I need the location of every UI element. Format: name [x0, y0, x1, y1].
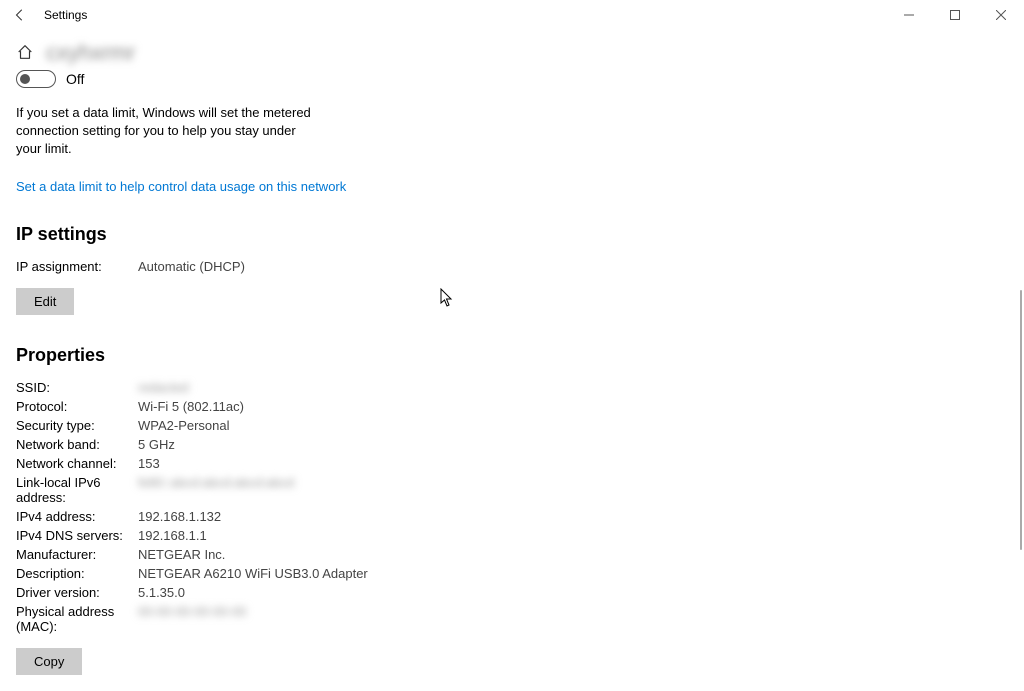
- copy-button[interactable]: Copy: [16, 648, 82, 675]
- properties-list: SSID:redactedProtocol:Wi-Fi 5 (802.11ac)…: [16, 380, 714, 634]
- page-content: cxyhxrmr Off If you set a data limit, Wi…: [0, 30, 730, 691]
- ip-assignment-label: IP assignment:: [16, 259, 138, 274]
- network-name: cxyhxrmr: [46, 40, 135, 66]
- scrollbar[interactable]: [1020, 290, 1022, 550]
- property-row: Description:NETGEAR A6210 WiFi USB3.0 Ad…: [16, 566, 714, 581]
- set-data-limit-link[interactable]: Set a data limit to help control data us…: [16, 179, 346, 194]
- titlebar: Settings: [0, 0, 1024, 30]
- metered-description: If you set a data limit, Windows will se…: [16, 104, 316, 159]
- property-value: 00-00-00-00-00-00: [138, 604, 246, 634]
- property-key: Driver version:: [16, 585, 138, 600]
- home-icon: [16, 43, 36, 63]
- arrow-left-icon: [13, 8, 27, 22]
- property-key: IPv4 address:: [16, 509, 138, 524]
- back-button[interactable]: [8, 3, 32, 27]
- minimize-icon: [904, 10, 914, 20]
- metered-toggle-row: Off: [16, 70, 714, 88]
- property-value: NETGEAR A6210 WiFi USB3.0 Adapter: [138, 566, 368, 581]
- property-key: Network channel:: [16, 456, 138, 471]
- property-value: 153: [138, 456, 160, 471]
- property-row: IPv4 address:192.168.1.132: [16, 509, 714, 524]
- property-key: Manufacturer:: [16, 547, 138, 562]
- property-row: Driver version:5.1.35.0: [16, 585, 714, 600]
- property-value: NETGEAR Inc.: [138, 547, 225, 562]
- property-value: 5.1.35.0: [138, 585, 185, 600]
- property-key: Physical address (MAC):: [16, 604, 138, 634]
- property-row: Link-local IPv6 address:fe80::abcd:abcd:…: [16, 475, 714, 505]
- property-value: 192.168.1.1: [138, 528, 207, 543]
- property-key: SSID:: [16, 380, 138, 395]
- property-value: redacted: [138, 380, 189, 395]
- toggle-knob: [20, 74, 30, 84]
- maximize-button[interactable]: [932, 0, 978, 30]
- maximize-icon: [950, 10, 960, 20]
- property-key: Protocol:: [16, 399, 138, 414]
- property-key: IPv4 DNS servers:: [16, 528, 138, 543]
- property-value: WPA2-Personal: [138, 418, 230, 433]
- ip-assignment-row: IP assignment: Automatic (DHCP): [16, 259, 714, 274]
- property-row: Manufacturer:NETGEAR Inc.: [16, 547, 714, 562]
- property-value: 5 GHz: [138, 437, 175, 452]
- property-row: Security type:WPA2-Personal: [16, 418, 714, 433]
- property-row: Physical address (MAC):00-00-00-00-00-00: [16, 604, 714, 634]
- network-header: cxyhxrmr: [16, 40, 714, 66]
- edit-button[interactable]: Edit: [16, 288, 74, 315]
- close-button[interactable]: [978, 0, 1024, 30]
- property-row: Network channel:153: [16, 456, 714, 471]
- property-value: Wi-Fi 5 (802.11ac): [138, 399, 244, 414]
- ip-assignment-value: Automatic (DHCP): [138, 259, 245, 274]
- property-row: Network band:5 GHz: [16, 437, 714, 452]
- metered-toggle[interactable]: [16, 70, 56, 88]
- property-key: Description:: [16, 566, 138, 581]
- property-value: 192.168.1.132: [138, 509, 221, 524]
- property-value: fe80::abcd:abcd:abcd:abcd: [138, 475, 294, 505]
- close-icon: [996, 10, 1006, 20]
- metered-toggle-label: Off: [66, 71, 84, 87]
- properties-heading: Properties: [16, 345, 714, 366]
- property-key: Link-local IPv6 address:: [16, 475, 138, 505]
- property-key: Network band:: [16, 437, 138, 452]
- window-controls: [886, 0, 1024, 30]
- titlebar-title: Settings: [44, 8, 87, 22]
- property-key: Security type:: [16, 418, 138, 433]
- property-row: SSID:redacted: [16, 380, 714, 395]
- ip-settings-heading: IP settings: [16, 224, 714, 245]
- property-row: IPv4 DNS servers:192.168.1.1: [16, 528, 714, 543]
- property-row: Protocol:Wi-Fi 5 (802.11ac): [16, 399, 714, 414]
- minimize-button[interactable]: [886, 0, 932, 30]
